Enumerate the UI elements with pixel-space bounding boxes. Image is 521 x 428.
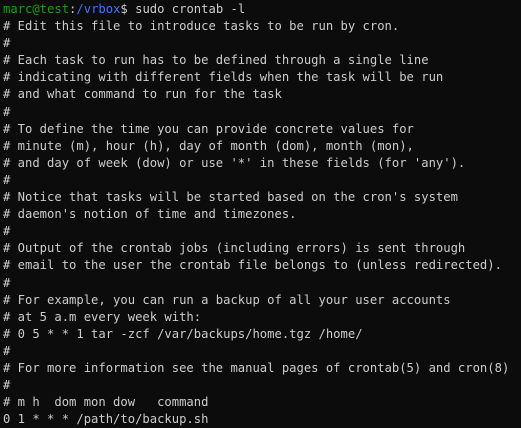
output-line: # email to the user the crontab file bel… — [3, 258, 502, 273]
prompt-user-host: marc@test — [3, 2, 70, 16]
output-line: 0 1 * * * /path/to/backup.sh — [3, 412, 209, 427]
output-line: # — [3, 224, 11, 239]
output-line: # Output of the crontab jobs (including … — [3, 241, 466, 256]
prompt-path: /vrbox — [76, 2, 121, 16]
output-line: # — [3, 172, 11, 187]
output-line: # For example, you can run a backup of a… — [3, 292, 451, 307]
prompt-line: marc@test:/vrbox$ sudo crontab -l — [3, 1, 521, 18]
output-line: # — [3, 36, 11, 51]
output-line: # — [3, 343, 11, 358]
output-line: # To define the time you can provide con… — [3, 121, 414, 136]
output-line: # 0 5 * * 1 tar -zcf /var/backups/home.t… — [3, 326, 363, 341]
command-output: # Edit this file to introduce tasks to b… — [3, 18, 521, 428]
output-line: # For more information see the manual pa… — [3, 360, 510, 375]
output-line: # minute (m), hour (h), day of month (do… — [3, 138, 414, 153]
prompt-command: sudo crontab -l — [135, 2, 246, 16]
output-line: # daemon's notion of time and timezones. — [3, 207, 297, 222]
output-line: # at 5 a.m every week with: — [3, 309, 202, 324]
output-line: # Each task to run has to be defined thr… — [3, 53, 429, 68]
output-line: # Notice that tasks will be started base… — [3, 190, 458, 205]
output-line: # Edit this file to introduce tasks to b… — [3, 19, 400, 34]
output-line: # and day of week (dow) or use '*' in th… — [3, 155, 466, 170]
output-line: # — [3, 104, 11, 119]
output-line: # — [3, 275, 11, 290]
terminal-window[interactable]: marc@test:/vrbox$ sudo crontab -l # Edit… — [0, 0, 521, 428]
output-line: # and what command to run for the task — [3, 87, 282, 102]
output-line: # — [3, 378, 11, 393]
output-line: # indicating with different fields when … — [3, 70, 444, 85]
output-line: # m h dom mon dow command — [3, 395, 209, 410]
prompt-symbol: $ — [120, 2, 136, 16]
